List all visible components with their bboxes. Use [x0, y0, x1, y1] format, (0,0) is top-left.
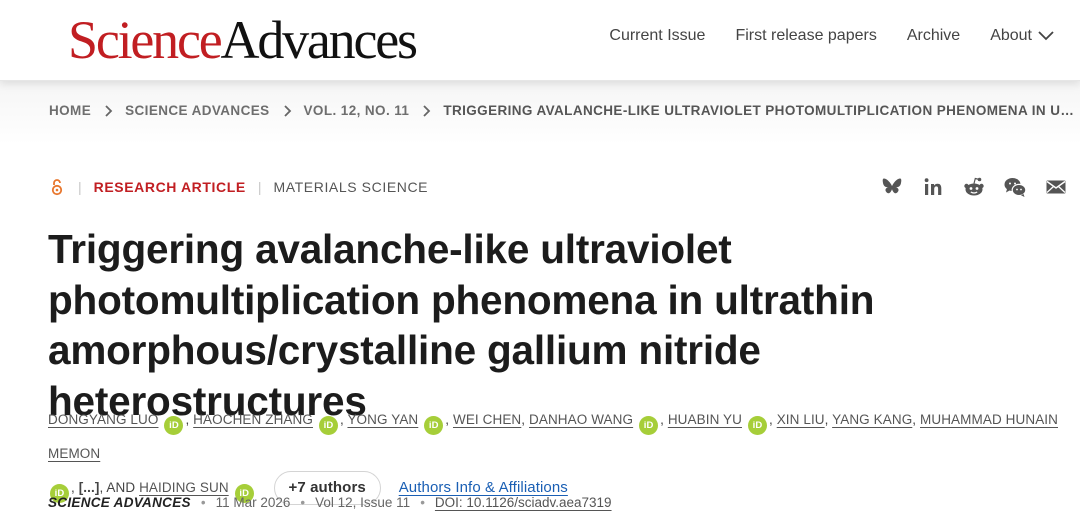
- doi-link[interactable]: DOI: 10.1126/sciadv.aea7319: [435, 495, 612, 510]
- dot-separator: •: [200, 495, 206, 510]
- article-title: Triggering avalanche-like ultraviolet ph…: [48, 226, 875, 424]
- nav-first-release-papers[interactable]: First release papers: [735, 27, 876, 45]
- dot-separator: •: [420, 495, 425, 510]
- citation-volume: Vol 12, Issue 11: [315, 495, 411, 510]
- nav-about[interactable]: About: [990, 27, 1054, 45]
- logo-advances: Advances: [220, 10, 419, 70]
- email-icon[interactable]: [1044, 175, 1068, 199]
- dot-separator: •: [300, 495, 306, 510]
- author-link[interactable]: HAOCHEN ZHANG: [193, 412, 313, 427]
- breadcrumb-current: TRIGGERING AVALANCHE-LIKE ULTRAVIOLET PH…: [443, 103, 1076, 118]
- authors-affiliations-link[interactable]: Authors Info & Affiliations: [399, 479, 568, 496]
- linkedin-icon[interactable]: [921, 175, 945, 199]
- author-link[interactable]: XIN LIU: [777, 412, 825, 427]
- nav-current-issue[interactable]: Current Issue: [609, 27, 705, 45]
- chevron-down-icon: [1038, 31, 1054, 41]
- chevron-right-icon: [105, 104, 113, 117]
- nav-archive[interactable]: Archive: [907, 27, 960, 45]
- author-link[interactable]: WEI CHEN: [453, 412, 521, 427]
- orcid-icon[interactable]: iD: [424, 416, 444, 435]
- citation-date: 11 Mar 2026: [215, 495, 291, 510]
- share-bar: [880, 175, 1068, 199]
- breadcrumb: HOME SCIENCE ADVANCES VOL. 12, NO. 11 TR…: [0, 80, 1080, 144]
- wechat-icon[interactable]: [1003, 175, 1027, 199]
- article-subject[interactable]: MATERIALS SCIENCE: [273, 179, 428, 195]
- orcid-icon[interactable]: iD: [747, 416, 767, 435]
- site-header: ScienceAdvances Current Issue First rele…: [0, 0, 1080, 81]
- open-access-icon: [51, 179, 63, 196]
- separator: |: [78, 179, 82, 195]
- orcid-icon[interactable]: iD: [639, 416, 659, 435]
- author-link[interactable]: HAIDING SUN: [139, 480, 229, 495]
- orcid-icon[interactable]: iD: [318, 416, 338, 435]
- breadcrumb-journal[interactable]: SCIENCE ADVANCES: [125, 103, 269, 118]
- author-link[interactable]: YANG KANG: [832, 412, 912, 427]
- and-text: , AND: [99, 480, 136, 495]
- author-list: DONGYANG LUO iD, HAOCHEN ZHANG iD, YONG YA…: [48, 403, 1058, 506]
- article-meta: | RESEARCH ARTICLE | MATERIALS SCIENCE: [48, 178, 428, 196]
- authors-ellipsis: [...]: [78, 480, 100, 495]
- orcid-icon[interactable]: iD: [164, 416, 184, 435]
- separator: |: [257, 179, 262, 195]
- reddit-icon[interactable]: [962, 175, 986, 199]
- article-type: RESEARCH ARTICLE: [93, 179, 246, 195]
- main-nav: Current Issue First release papers Archi…: [609, 27, 1054, 45]
- author-link[interactable]: YONG YAN: [347, 412, 418, 427]
- author-link[interactable]: DONGYANG LUO: [48, 412, 158, 427]
- logo-science: Science: [68, 10, 223, 70]
- nav-about-label: About: [990, 27, 1032, 44]
- breadcrumb-issue[interactable]: VOL. 12, NO. 11: [304, 103, 410, 118]
- chevron-right-icon: [283, 104, 291, 117]
- bluesky-icon[interactable]: [880, 175, 904, 199]
- author-link[interactable]: DANHAO WANG: [529, 412, 633, 427]
- author-link[interactable]: HUABIN YU: [668, 412, 742, 427]
- citation-journal: SCIENCE ADVANCES: [48, 495, 191, 510]
- site-logo[interactable]: ScienceAdvances: [68, 8, 419, 72]
- chevron-right-icon: [423, 104, 431, 117]
- citation-line: SCIENCE ADVANCES • 11 Mar 2026 • Vol 12,…: [48, 495, 612, 510]
- breadcrumb-home[interactable]: HOME: [49, 103, 91, 118]
